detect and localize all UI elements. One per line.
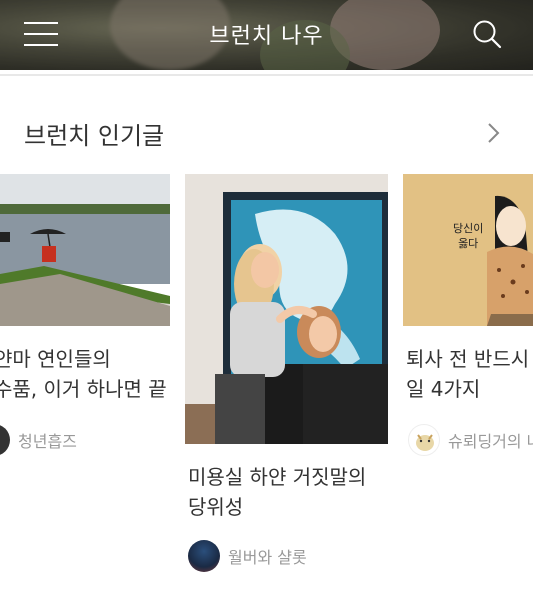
article-title-line: 당위성 <box>188 495 244 519</box>
comic-text-line: 당신이 <box>453 222 484 235</box>
article-author[interactable]: 슈뢰딩거의 냐 <box>408 424 533 456</box>
article-thumbnail[interactable] <box>185 174 388 444</box>
app-title[interactable]: 브런치 나우 <box>0 18 533 50</box>
article-title[interactable]: 미용실 하얀 거짓말의 당위성 <box>188 462 366 522</box>
avatar <box>0 424 10 456</box>
search-icon[interactable] <box>472 19 502 49</box>
comic-text: 당신이 옳다 <box>453 221 483 251</box>
article-title-line: 수품, 이거 하나면 끝 <box>0 377 167 401</box>
author-name: 청년흡즈 <box>18 432 77 451</box>
article-title-line: 얀마 연인들의 <box>0 347 111 371</box>
avatar <box>408 424 440 456</box>
header-divider <box>0 74 533 76</box>
article-title-line: 퇴사 전 반드시 하 <box>406 347 533 371</box>
article-title-line: 일 4가지 <box>406 377 481 401</box>
article-card[interactable]: 당신이 옳다 퇴사 전 반드시 하 일 4가지 슈뢰딩거의 냐 <box>403 174 533 464</box>
article-thumbnail[interactable] <box>0 174 170 326</box>
article-title-line: 미용실 하얀 거짓말의 <box>188 465 367 489</box>
author-name: 슈뢰딩거의 냐 <box>448 432 533 451</box>
header-bar: 브런치 나우 <box>0 0 533 70</box>
avatar <box>188 540 220 572</box>
article-author[interactable]: 청년흡즈 <box>0 424 77 456</box>
chevron-right-icon[interactable] <box>484 120 504 146</box>
article-title[interactable]: 퇴사 전 반드시 하 일 4가지 <box>406 344 533 404</box>
section-title: 브런치 인기글 <box>24 122 165 150</box>
article-card[interactable]: 미용실 하얀 거짓말의 당위성 월버와 샬롯 <box>185 174 388 579</box>
article-thumbnail[interactable]: 당신이 옳다 <box>403 174 533 326</box>
article-author[interactable]: 월버와 샬롯 <box>188 540 307 572</box>
author-name: 월버와 샬롯 <box>228 548 307 567</box>
article-card[interactable]: 얀마 연인들의 수품, 이거 하나면 끝 청년흡즈 <box>0 174 170 464</box>
article-title[interactable]: 얀마 연인들의 수품, 이거 하나면 끝 <box>0 344 167 404</box>
comic-text-line: 옳다 <box>458 237 479 250</box>
